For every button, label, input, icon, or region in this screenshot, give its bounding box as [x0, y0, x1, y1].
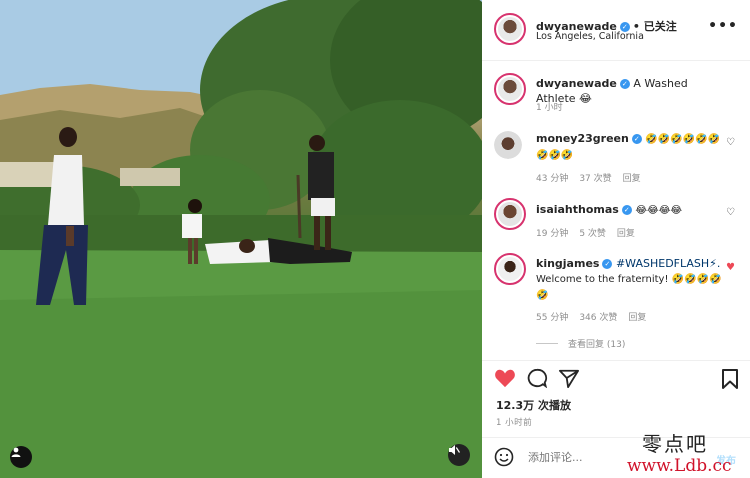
comment-time: 43 分钟	[536, 174, 569, 184]
comment-body: 😂😂😂😂	[635, 205, 683, 216]
comment-likes[interactable]: 346 次赞	[579, 313, 617, 323]
hashtag-link[interactable]: #WASHEDFLASH⚡.	[616, 257, 720, 270]
view-count[interactable]: 12.3万 次播放	[496, 397, 571, 413]
comment-text: money23green ✓ 🤣🤣🤣🤣🤣🤣🤣🤣🤣	[536, 131, 726, 163]
instagram-post: dwyanewade ✓ • 已关注 Los Angeles, California…	[0, 0, 750, 478]
avatar[interactable]	[494, 253, 526, 285]
comment-body: Welcome to the fraternity! 🤣🤣🤣🤣🤣	[536, 274, 722, 301]
comment-text: isaiahthomas ✓ 😂😂😂😂	[536, 202, 726, 218]
post-video[interactable]	[0, 0, 482, 478]
reply-button[interactable]: 回复	[617, 229, 635, 239]
caption-time: 1 小时	[536, 103, 563, 113]
watermark-url: www.Ldb.cc	[627, 456, 732, 476]
comment-meta: 55 分钟 346 次赞 回复	[536, 310, 657, 323]
comment-text: kingjames ✓ #WASHEDFLASH⚡. Welcome to the…	[536, 256, 726, 303]
more-horizontal-icon[interactable]: •••	[708, 18, 738, 34]
username-link[interactable]: kingjames	[536, 257, 599, 270]
username-link[interactable]: isaiahthomas	[536, 203, 619, 216]
verified-badge-icon: ✓	[631, 134, 642, 144]
mute-icon[interactable]	[448, 444, 470, 466]
comment-time: 55 分钟	[536, 313, 569, 323]
verified-badge-icon: ✓	[621, 205, 632, 215]
reply-button[interactable]: 回复	[623, 174, 641, 184]
comment-like-icon[interactable]: ♡	[726, 207, 735, 218]
post-actions	[494, 368, 742, 394]
emoji-icon[interactable]	[494, 447, 514, 471]
bookmark-icon[interactable]	[720, 368, 740, 394]
video-frame	[0, 0, 482, 478]
location-link[interactable]: Los Angeles, California	[536, 31, 644, 42]
post-panel: dwyanewade ✓ • 已关注 Los Angeles, California…	[482, 0, 750, 478]
caption-meta: 1 小时	[536, 100, 574, 113]
heart-filled-icon[interactable]	[494, 368, 516, 392]
username-link[interactable]: dwyanewade	[536, 77, 617, 90]
avatar[interactable]	[494, 73, 526, 105]
comment-time: 19 分钟	[536, 229, 569, 239]
avatar[interactable]	[494, 13, 526, 45]
comment-meta: 19 分钟 5 次赞 回复	[536, 226, 646, 239]
comment-like-icon[interactable]: ♡	[726, 137, 735, 148]
verified-badge-icon: ✓	[619, 79, 630, 89]
view-replies-link[interactable]: 查看回复 (13)	[536, 337, 625, 350]
verified-badge-icon: ✓	[602, 259, 613, 269]
reply-button[interactable]: 回复	[628, 313, 646, 323]
comment-meta: 43 分钟 37 次赞 回复	[536, 171, 652, 184]
divider	[482, 360, 750, 361]
username-link[interactable]: money23green	[536, 132, 629, 145]
post-header: dwyanewade ✓ • 已关注 Los Angeles, California…	[482, 0, 750, 61]
watermark-text: 零点吧	[642, 432, 708, 456]
avatar[interactable]	[494, 131, 522, 159]
send-icon[interactable]	[558, 368, 580, 392]
comment-icon[interactable]	[526, 368, 548, 392]
user-tag-icon[interactable]	[10, 446, 32, 468]
post-time: 1 小时前	[496, 418, 533, 428]
comment-likes[interactable]: 5 次赞	[579, 229, 606, 239]
avatar[interactable]	[494, 198, 526, 230]
comment-like-filled-icon[interactable]: ♥	[726, 262, 735, 273]
comment-likes[interactable]: 37 次赞	[579, 174, 611, 184]
